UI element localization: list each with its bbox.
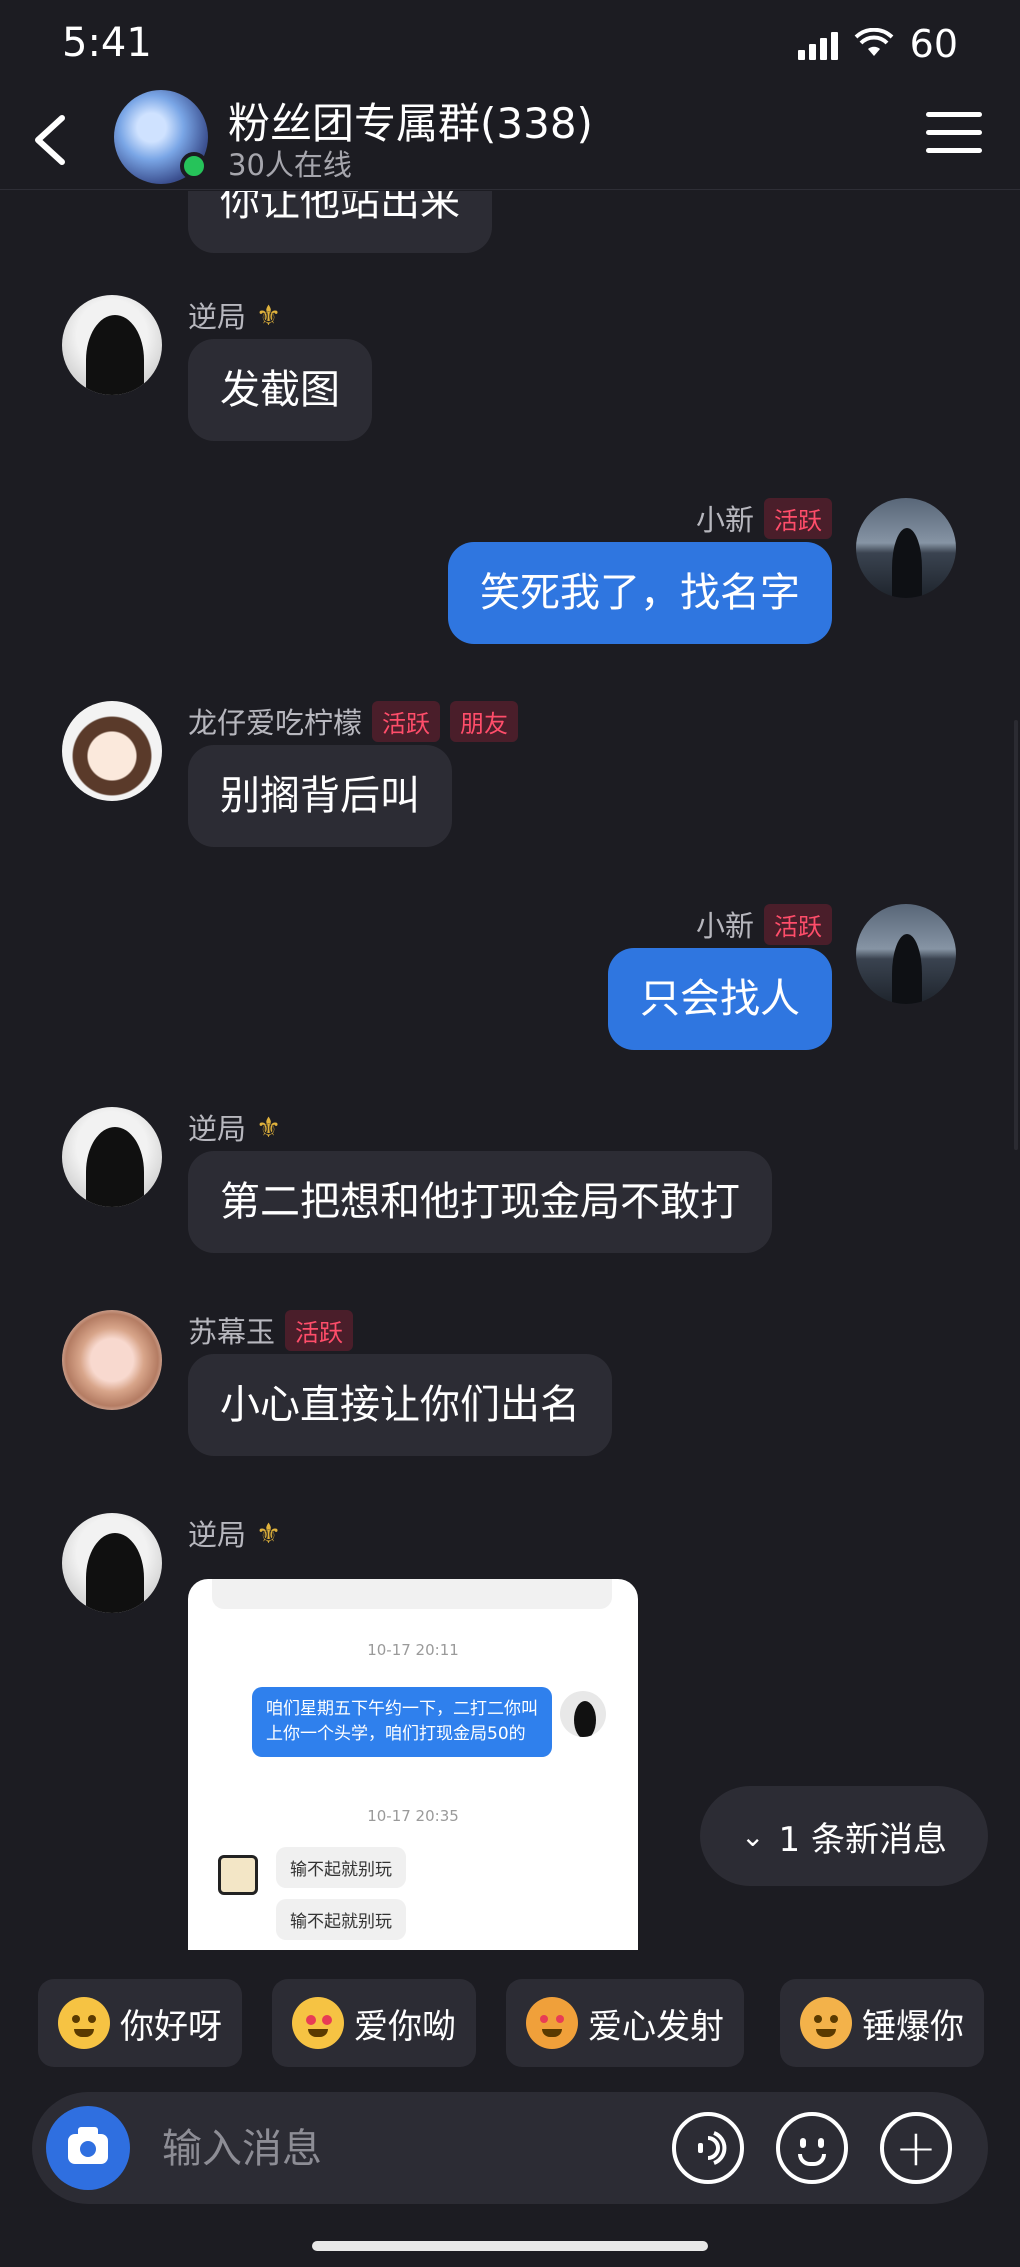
sender-name: 小新 [695, 503, 754, 537]
screenshot-avatar [560, 1691, 606, 1737]
message-bubble[interactable]: 发截图 [188, 339, 372, 441]
back-button[interactable] [22, 108, 82, 172]
camera-icon [68, 2127, 108, 2164]
hammer-emoji-icon [800, 1997, 852, 2049]
new-messages-button[interactable]: ⌄ 1 条新消息 [700, 1786, 988, 1886]
more-button[interactable]: + [880, 2112, 952, 2184]
active-badge: 活跃 [764, 903, 832, 945]
online-count: 30人在线 [228, 148, 352, 182]
fleur-de-lis-icon: ⚜ [256, 1516, 282, 1550]
quick-reply-label: 你好呀 [120, 2006, 222, 2047]
message-bubble[interactable]: 第二把想和他打现金局不敢打 [188, 1151, 772, 1253]
voice-wave-icon [698, 2131, 727, 2165]
sender-name: 逆局 [188, 300, 247, 334]
screenshot-grey-bubble: 输不起就别玩 [276, 1899, 406, 1940]
friend-badge: 朋友 [450, 700, 519, 742]
sender-name: 逆局 [188, 1112, 247, 1146]
home-indicator[interactable] [312, 2241, 708, 2251]
sender-name-row: 逆局 ⚜ [188, 1513, 281, 1553]
sender-name-row: 逆局 ⚜ [188, 295, 281, 335]
chevron-left-icon [35, 115, 65, 165]
message-bubble[interactable]: 只会找人 [608, 948, 832, 1050]
sender-avatar[interactable] [856, 498, 956, 598]
fleur-de-lis-icon: ⚜ [256, 298, 282, 332]
message-bubble[interactable]: 小心直接让你们出名 [188, 1354, 612, 1456]
sender-avatar[interactable] [62, 701, 162, 801]
screenshot-timestamp: 10-17 20:11 [367, 1641, 459, 1659]
sender-avatar[interactable] [62, 295, 162, 395]
scrollbar[interactable] [1014, 720, 1018, 1150]
message-bubble[interactable]: 你让他站出来 [188, 191, 492, 253]
sender-name-row: 小新 活跃 [695, 497, 832, 539]
battery-level: 60 [909, 22, 958, 66]
wifi-icon [854, 28, 894, 56]
sender-name: 小新 [695, 909, 754, 943]
hearts-emoji-icon [526, 1997, 578, 2049]
status-icons: 60 [797, 22, 958, 66]
menu-button[interactable] [926, 112, 982, 162]
quick-reply-chip[interactable]: 你好呀 [38, 1979, 242, 2067]
laughing-emoji-icon [58, 1997, 110, 2049]
active-badge: 活跃 [285, 1309, 354, 1351]
status-bar: 5:41 60 [0, 0, 1020, 90]
smiley-mouth [798, 2154, 826, 2166]
menu-icon-line [926, 112, 982, 117]
plus-icon: + [895, 2119, 937, 2177]
chat-header: 粉丝团专属群(338) 30人在线 [0, 90, 1020, 190]
online-status-dot [180, 152, 208, 180]
message-bubble[interactable]: 笑死我了，找名字 [448, 542, 832, 644]
quick-reply-row: 你好呀 爱你呦 爱心发射 锤爆你 [0, 1975, 1020, 2071]
message-list[interactable]: 你让他站出来 逆局 ⚜ 发截图 小新 活跃 笑死我了，找名字 龙仔爱吃柠檬 活跃… [0, 191, 1020, 1950]
sender-name-row: 龙仔爱吃柠檬 活跃 朋友 [188, 700, 519, 742]
menu-icon-line [926, 148, 982, 153]
screenshot-topbar [212, 1579, 612, 1609]
quick-reply-chip[interactable]: 爱你呦 [272, 1979, 476, 2067]
quick-reply-chip[interactable]: 爱心发射 [506, 1979, 744, 2067]
quick-reply-label: 爱你呦 [354, 2006, 456, 2047]
message-input-bar: + [32, 2092, 988, 2204]
sender-avatar[interactable] [62, 1513, 162, 1613]
screenshot-blue-bubble: 咱们星期五下午约一下，二打二你叫上你一个头学，咱们打现金局50的 [252, 1687, 552, 1757]
sender-name: 苏幕玉 [188, 1315, 276, 1349]
quick-reply-chip[interactable]: 锤爆你 [780, 1979, 984, 2067]
sender-name: 逆局 [188, 1518, 247, 1552]
camera-button[interactable] [46, 2106, 130, 2190]
chat-screen: 5:41 60 粉丝团专属群(338) 30人在线 你让他站出来 逆局 ⚜ 发截… [0, 0, 1020, 2267]
message-input[interactable] [162, 2114, 662, 2184]
sender-name-row: 小新 活跃 [695, 903, 832, 945]
emoji-button[interactable] [776, 2112, 848, 2184]
sender-avatar[interactable] [62, 1107, 162, 1207]
status-time: 5:41 [62, 20, 152, 66]
menu-icon-line [926, 130, 982, 135]
screenshot-timestamp: 10-17 20:35 [367, 1807, 459, 1825]
sender-name-row: 苏幕玉 活跃 [188, 1309, 354, 1351]
fleur-de-lis-icon: ⚜ [256, 1110, 282, 1144]
voice-button[interactable] [672, 2112, 744, 2184]
quick-reply-label: 锤爆你 [862, 2006, 964, 2047]
active-badge: 活跃 [372, 700, 441, 742]
heart-eyes-emoji-icon [292, 1997, 344, 2049]
sender-name: 龙仔爱吃柠檬 [188, 706, 363, 740]
screenshot-avatar [218, 1855, 258, 1895]
active-badge: 活跃 [764, 497, 832, 539]
double-chevron-down-icon: ⌄ [741, 1819, 765, 1853]
quick-reply-label: 爱心发射 [588, 2006, 724, 2047]
message-bubble[interactable]: 别搁背后叫 [188, 745, 452, 847]
smiley-face-icon [780, 2116, 844, 2180]
screenshot-grey-bubble: 输不起就别玩 [276, 1847, 406, 1888]
sender-avatar[interactable] [856, 904, 956, 1004]
new-messages-label: 1 条新消息 [778, 1819, 947, 1860]
sender-avatar[interactable] [62, 1310, 162, 1410]
smiley-eyes [800, 2138, 806, 2148]
cellular-signal-icon [797, 28, 838, 60]
sender-name-row: 逆局 ⚜ [188, 1107, 281, 1147]
image-message[interactable]: 10-17 20:11 咱们星期五下午约一下，二打二你叫上你一个头学，咱们打现金… [188, 1579, 638, 1950]
